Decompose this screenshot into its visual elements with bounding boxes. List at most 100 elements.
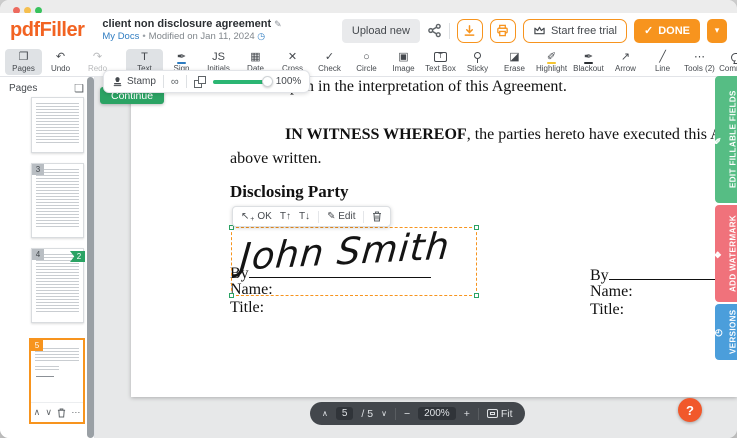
page-thumbnail-5-selected[interactable]: 5 ∧ ∨ ⋯: [29, 338, 85, 424]
link-fields-icon[interactable]: ∞: [171, 76, 179, 88]
tool-text-box[interactable]: TText Box: [422, 49, 459, 75]
add-watermark-tab[interactable]: ❖ ADD WATERMARK: [715, 205, 737, 302]
trash-icon: [372, 211, 382, 222]
new-page-icon[interactable]: ❏: [74, 82, 84, 95]
eraser-icon: ◪: [509, 51, 519, 63]
previous-page-button[interactable]: ∧: [322, 409, 328, 418]
tool-image[interactable]: ▣Image: [385, 49, 422, 75]
pdffiller-logo[interactable]: pdfFiller: [10, 19, 84, 42]
resize-handle[interactable]: [474, 293, 479, 298]
header-actions: Upload new Start free trial ✓DONE ▾: [342, 19, 727, 43]
titlebar: [0, 0, 737, 13]
help-button[interactable]: ?: [678, 398, 702, 422]
move-handle-icon[interactable]: ↖+: [241, 211, 249, 222]
resize-handle[interactable]: [229, 293, 234, 298]
tool-check[interactable]: ✓Check: [311, 49, 348, 75]
page-navigation-bar: ∧ 5 / 5 ∨ − 200% + Fit: [310, 402, 525, 425]
chevron-down-icon: ▾: [715, 25, 720, 36]
pages-tool[interactable]: ❐Pages: [5, 49, 42, 75]
edit-fillable-fields-tab[interactable]: ✎ EDIT FILLABLE FIELDS: [715, 76, 737, 203]
stamp-button[interactable]: Stamp: [112, 76, 156, 87]
comment-tool[interactable]: Comment: [718, 49, 737, 75]
sig-toolbar-divider: [318, 211, 319, 223]
sign-pen-icon: ✒: [177, 51, 186, 63]
rename-icon[interactable]: ✎: [274, 19, 282, 29]
tool-arrow[interactable]: ↗Arrow: [607, 49, 644, 75]
signature-selection-box[interactable]: John Smith: [231, 227, 477, 296]
document-title: client non disclosure agreement: [102, 18, 271, 30]
ellipsis-icon: ⋯: [694, 51, 705, 63]
undo-button[interactable]: ↶Undo: [42, 49, 79, 75]
name-field-right: Name:: [590, 283, 633, 301]
resize-handle[interactable]: [474, 225, 479, 230]
title-field-right: Title:: [590, 301, 624, 319]
page-more-options-button[interactable]: ⋯: [71, 407, 80, 418]
next-page-button[interactable]: ∨: [381, 409, 387, 418]
subbar-divider: [163, 75, 164, 88]
title-field-left: Title:: [230, 299, 264, 317]
check-icon: ✓: [325, 51, 334, 63]
zoom-level-input[interactable]: 200%: [418, 407, 456, 420]
my-docs-link[interactable]: My Docs: [102, 31, 139, 42]
current-page-input[interactable]: 5: [336, 407, 354, 420]
pencil-icon: ✎: [327, 211, 335, 222]
duplicate-icon[interactable]: [194, 76, 206, 88]
zoom-in-button[interactable]: +: [464, 408, 470, 420]
page-number-badge: 4: [32, 249, 44, 260]
pdffiller-window: pdfFiller client non disclosure agreemen…: [0, 0, 737, 438]
stamp-subtoolbar: Stamp ∞ 100%: [103, 70, 310, 93]
bbar-divider: [478, 408, 479, 420]
comment-bubble-icon: [731, 53, 737, 62]
tool-line[interactable]: ╱Line: [644, 49, 681, 75]
document-page[interactable]: d upon in the interpretation of this Agr…: [131, 77, 737, 397]
signature-edit-button[interactable]: ✎ Edit: [327, 211, 355, 222]
tool-more-tools[interactable]: ⋯Tools (2): [681, 49, 718, 75]
download-button[interactable]: [457, 19, 483, 43]
document-text-line: d upon in the interpretation of this Agr…: [270, 78, 567, 96]
tool-highlight[interactable]: ✐Highlight: [533, 49, 570, 75]
signature-text[interactable]: John Smith: [238, 224, 451, 278]
font-decrease-button[interactable]: T↓: [299, 211, 310, 222]
page-thumbnail-3[interactable]: 3: [31, 163, 84, 238]
document-canvas: d upon in the interpretation of this Agr…: [95, 77, 737, 438]
total-pages-label: / 5: [361, 408, 373, 420]
pushpin-icon: [474, 52, 481, 59]
signature-delete-button[interactable]: [372, 211, 382, 222]
font-increase-button[interactable]: T↑: [280, 211, 291, 222]
versions-tab[interactable]: ◷ VERSIONS: [715, 304, 737, 360]
done-button[interactable]: ✓DONE: [634, 19, 700, 43]
zoom-out-button[interactable]: −: [404, 408, 410, 420]
print-button[interactable]: [490, 19, 516, 43]
bbar-divider: [395, 408, 396, 420]
tool-blackout[interactable]: ✒Blackout: [570, 49, 607, 75]
pages-panel: Pages ❏ 3 4 2 5 ∧ ∨ ⋯: [0, 77, 95, 438]
witness-paragraph: IN WITNESS WHEREOF, the parties hereto h…: [285, 126, 737, 144]
subbar-divider: [186, 75, 187, 88]
tool-sticky[interactable]: Sticky: [459, 49, 496, 75]
highlighter-icon: ✐: [547, 51, 556, 63]
delete-page-icon[interactable]: [57, 408, 66, 418]
start-free-trial-button[interactable]: Start free trial: [523, 19, 627, 43]
tool-circle[interactable]: ○Circle: [348, 49, 385, 75]
opacity-slider[interactable]: [213, 80, 269, 84]
page-thumbnail-2[interactable]: [31, 97, 84, 153]
slider-knob[interactable]: [262, 76, 273, 87]
edit-fields-icon: ✎: [714, 135, 724, 145]
header: pdfFiller client non disclosure agreemen…: [0, 13, 737, 48]
signature-ok-button[interactable]: OK: [257, 211, 271, 222]
tool-erase[interactable]: ◪Erase: [496, 49, 533, 75]
done-dropdown-button[interactable]: ▾: [707, 19, 727, 43]
page-thumbnail-4[interactable]: 4 2: [31, 248, 84, 323]
calendar-icon: ▦: [250, 51, 260, 63]
add-watermark-label: ADD WATERMARK: [729, 215, 737, 292]
move-page-up-button[interactable]: ∧: [34, 407, 41, 418]
fit-to-page-button[interactable]: Fit: [487, 408, 513, 420]
crown-icon: [533, 25, 546, 36]
page-number-badge: 3: [32, 164, 44, 175]
move-page-down-button[interactable]: ∨: [45, 407, 52, 418]
initials-icon: JS: [212, 51, 225, 63]
sidebar-scrollbar[interactable]: [87, 77, 94, 438]
share-icon[interactable]: [427, 23, 442, 38]
pages-panel-title: Pages: [9, 83, 37, 94]
upload-new-button[interactable]: Upload new: [342, 19, 420, 43]
